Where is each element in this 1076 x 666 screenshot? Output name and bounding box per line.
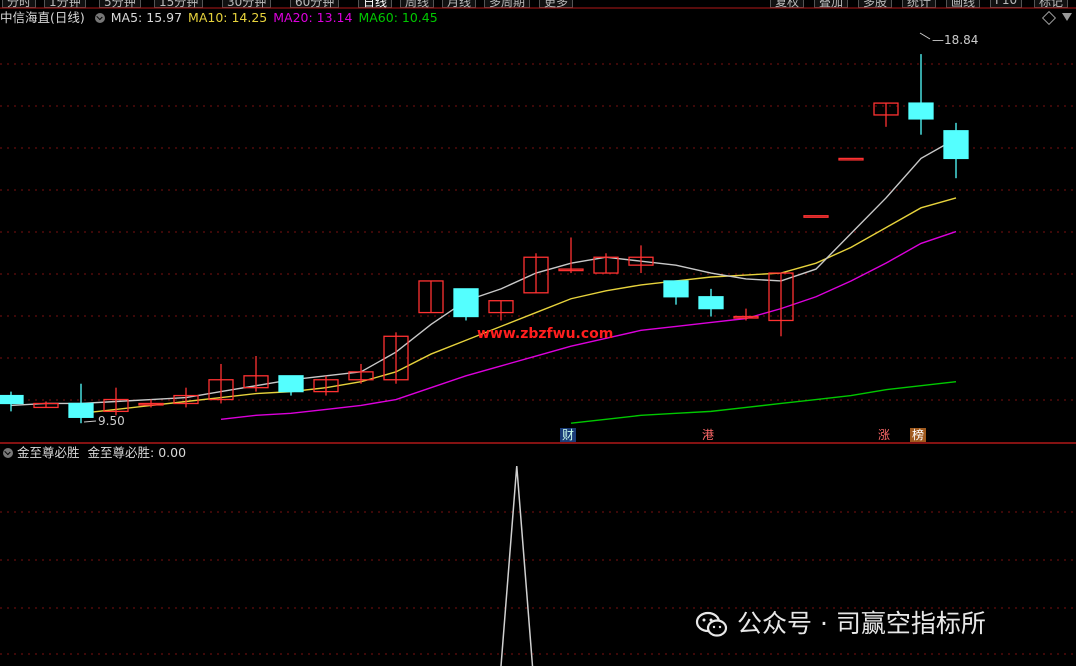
event-tag-finance[interactable]: 财 [560,428,577,442]
low-pointer [83,420,97,423]
candle-body [698,296,724,310]
ma10-line [80,197,957,415]
event-tag-rise[interactable]: 涨 [876,428,892,442]
ma5-line [10,138,957,407]
low-price-label: 9.50 [98,414,125,428]
wechat-watermark: 公众号 · 司赢空指标所 [695,606,986,642]
url-watermark: www.zbzfwu.com [477,326,613,342]
high-pointer [919,32,931,40]
candle-body [943,130,969,160]
event-tag-hk[interactable]: 港 [700,428,716,442]
wechat-icon [695,611,728,637]
high-price-label: —18.84 [932,33,978,47]
candle-body [838,157,864,161]
candle-body [278,375,304,393]
watermark-text: 公众号 · 司赢空指标所 [737,609,986,638]
candle-body [908,102,934,120]
candle-body [0,394,24,405]
candle-body [803,215,829,218]
ma60-line [570,381,957,424]
candle-body [453,288,479,318]
candle-body [68,402,94,418]
candle-body [663,280,689,298]
indicator-line [500,465,534,666]
event-tag-list[interactable]: 榜 [910,428,927,442]
kline-chart[interactable]: —18.84 9.50 www.zbzfwu.com [0,0,1076,666]
